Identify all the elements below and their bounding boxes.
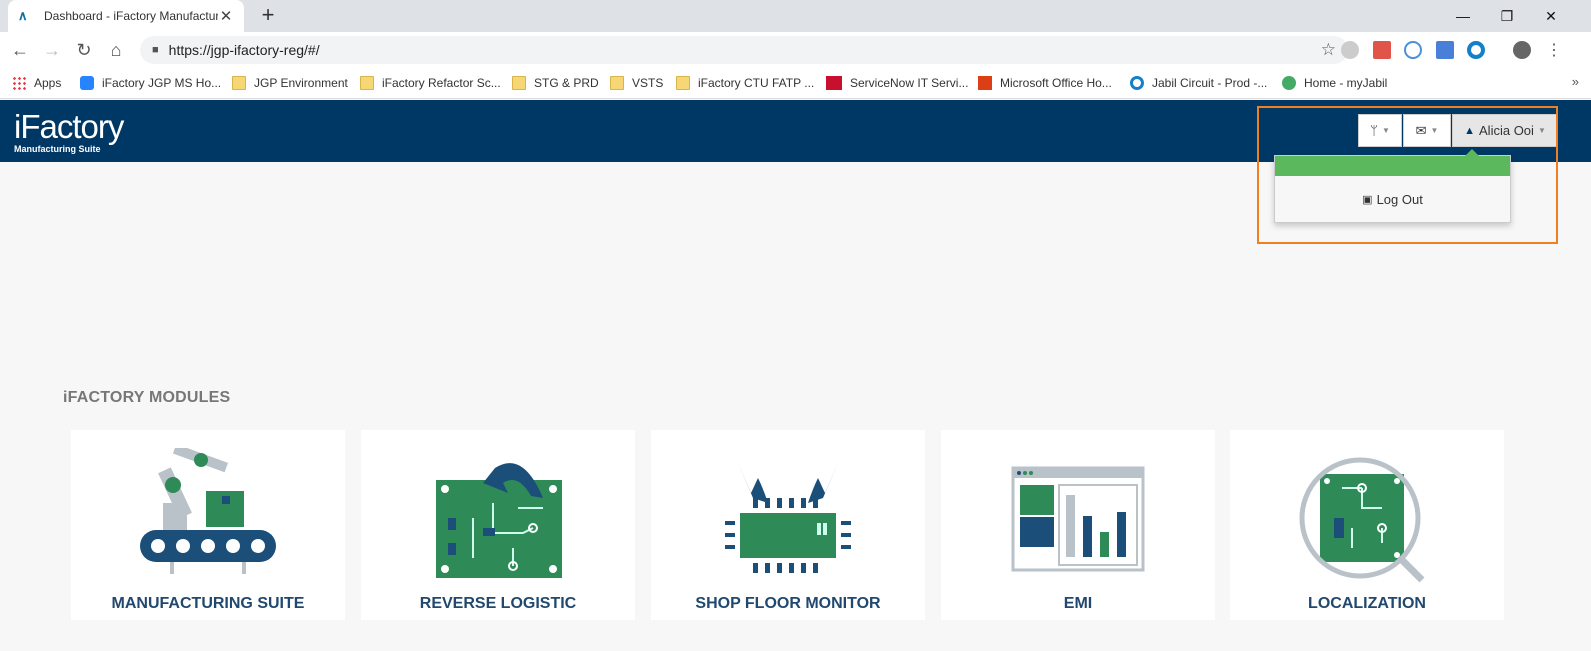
browser-tab[interactable]: ∧ Dashboard - iFactory Manufactur ✕	[8, 0, 244, 32]
tab-title: Dashboard - iFactory Manufactur	[44, 9, 218, 23]
module-label: REVERSE LOGISTIC	[419, 595, 577, 612]
home-icon[interactable]: ⌂	[104, 38, 128, 62]
bookmark-microsoft-office[interactable]: Microsoft Office Ho...	[978, 75, 1112, 91]
user-dropdown-menu: ▣ Log Out	[1274, 149, 1511, 223]
bookmark-star-icon[interactable]: ☆	[1321, 40, 1336, 60]
forward-arrow-icon[interactable]: →	[40, 38, 64, 62]
folder-icon	[676, 76, 690, 90]
bookmark-jgp-environment[interactable]: JGP Environment	[232, 75, 348, 91]
back-arrow-icon[interactable]: ←	[8, 38, 32, 62]
module-label: MANUFACTURING SUITE	[111, 595, 305, 612]
localization-magnifier-icon	[1299, 457, 1425, 583]
module-label: LOCALIZATION	[1308, 595, 1426, 612]
logout-icon: ▣	[1362, 193, 1373, 206]
bookmarks-bar: Apps iFactory JGP MS Ho... JGP Environme…	[0, 68, 1591, 99]
mail-dropdown-button[interactable]: ✉ ▼	[1403, 114, 1451, 147]
bookmark-ifactory-ctu[interactable]: iFactory CTU FATP ...	[676, 75, 814, 91]
module-card-localization[interactable]: LOCALIZATION	[1230, 430, 1504, 620]
branch-dropdown-button[interactable]: ᛘ ▼	[1358, 114, 1402, 147]
user-icon: ▲	[1464, 124, 1476, 137]
shop-floor-chip-icon	[725, 463, 851, 573]
bookmark-ifactory-jgp[interactable]: iFactory JGP MS Ho...	[80, 75, 221, 91]
bookmark-jabil-circuit[interactable]: Jabil Circuit - Prod -...	[1130, 75, 1267, 91]
url-text: https://jgp-ifactory-reg/#/	[168, 42, 320, 58]
emi-dashboard-icon	[1011, 466, 1145, 572]
restore-window-icon[interactable]: ❐	[1485, 0, 1529, 32]
folder-icon	[360, 76, 374, 90]
office-icon	[978, 76, 992, 90]
user-name: Alicia Ooi	[1479, 123, 1534, 138]
lock-icon: ■	[152, 44, 159, 56]
module-label: SHOP FLOOR MONITOR	[695, 595, 881, 612]
globe-icon	[1282, 76, 1296, 90]
profile-icon[interactable]	[1513, 41, 1531, 59]
reload-icon[interactable]: ↻	[72, 38, 96, 62]
logout-menu-item[interactable]: ▣ Log Out	[1275, 176, 1510, 222]
more-bookmarks-icon[interactable]: »	[1572, 74, 1579, 89]
browser-tab-bar: ∧ Dashboard - iFactory Manufactur ✕ + — …	[0, 0, 1591, 32]
new-tab-button[interactable]: +	[256, 4, 280, 28]
folder-icon	[232, 76, 246, 90]
cortana-extension-icon[interactable]	[1467, 41, 1485, 59]
module-label: EMI	[1063, 595, 1093, 612]
folder-icon	[512, 76, 526, 90]
chevron-down-icon: ▼	[1537, 126, 1546, 135]
folder-icon	[610, 76, 624, 90]
menu-dots-icon[interactable]: ⋮	[1542, 38, 1566, 62]
translate-extension-icon[interactable]	[1436, 41, 1454, 59]
user-menu-button[interactable]: ▲ Alicia Ooi ▼	[1452, 114, 1558, 147]
modules-section-title: iFACTORY MODULES	[63, 389, 231, 406]
module-card-shop-floor-monitor[interactable]: SHOP FLOOR MONITOR	[651, 430, 925, 620]
chevron-down-icon: ▼	[1430, 126, 1439, 135]
extension-icon[interactable]	[1341, 41, 1359, 59]
bookmark-apps[interactable]: Apps	[12, 75, 61, 91]
branch-icon: ᛘ	[1370, 123, 1378, 138]
app-header: iFactory Manufacturing Suite ᛘ ▼ ✉ ▼ ▲ Ali…	[0, 100, 1591, 162]
dropdown-arrow	[1465, 149, 1479, 156]
servicenow-icon	[826, 76, 842, 90]
bookmark-stg-prd[interactable]: STG & PRD	[512, 75, 599, 91]
browser-toolbar: ← → ↻ ⌂ ■ https://jgp-ifactory-reg/#/ ☆ …	[0, 32, 1591, 68]
envelope-icon: ✉	[1415, 122, 1427, 138]
module-card-manufacturing-suite[interactable]: MANUFACTURING SUITE	[71, 430, 345, 620]
minimize-window-icon[interactable]: —	[1441, 0, 1485, 32]
apps-grid-icon	[12, 76, 26, 90]
reverse-logistic-icon	[436, 463, 562, 578]
module-card-emi[interactable]: EMI	[941, 430, 1215, 620]
close-tab-icon[interactable]: ✕	[218, 7, 234, 25]
close-window-icon[interactable]: ✕	[1529, 0, 1573, 32]
manufacturing-robot-icon	[140, 448, 276, 574]
bookmark-ifactory-refactor[interactable]: iFactory Refactor Sc...	[360, 75, 501, 91]
pdf-extension-icon[interactable]	[1373, 41, 1391, 59]
ifactory-logo[interactable]: iFactory Manufacturing Suite	[14, 110, 124, 155]
sync-extension-icon[interactable]	[1404, 41, 1422, 59]
address-bar[interactable]: ■ https://jgp-ifactory-reg/#/ ☆	[140, 36, 1348, 64]
dropdown-header-bar	[1275, 156, 1510, 176]
module-card-reverse-logistic[interactable]: REVERSE LOGISTIC	[361, 430, 635, 620]
bookmark-servicenow[interactable]: ServiceNow IT Servi...	[826, 75, 968, 91]
site-favicon-icon: ∧	[18, 8, 28, 23]
bookmark-home-myjabil[interactable]: Home - myJabil	[1282, 75, 1387, 91]
bookmark-vsts[interactable]: VSTS	[610, 75, 663, 91]
chevron-down-icon: ▼	[1381, 126, 1390, 135]
jabil-icon	[1130, 76, 1144, 90]
confluence-icon	[80, 76, 94, 90]
